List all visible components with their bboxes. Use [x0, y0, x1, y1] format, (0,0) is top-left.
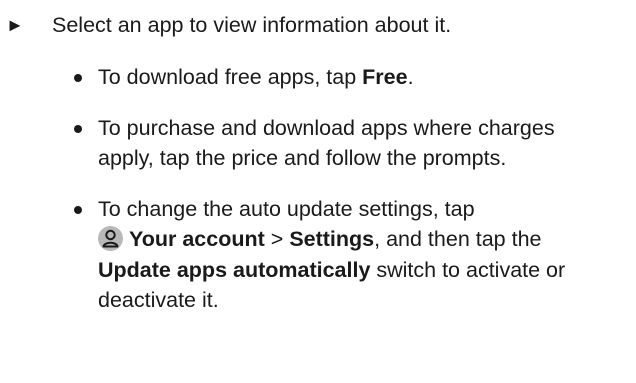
- bullet-item-auto-update: To change the auto update settings, tap …: [0, 194, 636, 316]
- bullet-text-suffix: .: [407, 65, 414, 89]
- account-icon: [98, 226, 123, 251]
- bullet-dot-icon: [74, 124, 82, 133]
- free-label: Free: [362, 65, 408, 89]
- bullet-text-mid: , and then tap the: [374, 227, 542, 251]
- bullet-text: To purchase and download apps where char…: [98, 115, 555, 171]
- bullet-item-purchase: To purchase and download apps where char…: [0, 113, 636, 174]
- path-separator: >: [264, 227, 290, 251]
- update-apps-automatically-label: Update apps automatically: [98, 257, 371, 282]
- bullet-text: To download free apps, tap: [98, 65, 363, 89]
- step-arrow-icon: ►: [6, 15, 24, 35]
- step-line: ► Select an app to view information abou…: [0, 10, 636, 40]
- settings-label: Settings: [289, 227, 375, 251]
- bullet-item-free: To download free apps, tap Free.: [0, 62, 636, 93]
- instruction-step: ► Select an app to view information abou…: [0, 10, 636, 40]
- bullet-list: To download free apps, tap Free. To purc…: [0, 62, 636, 336]
- bullet-text: To change the auto update settings, tap: [98, 196, 475, 221]
- bullet-dot-icon: [74, 205, 82, 214]
- bullet-dot-icon: [74, 74, 82, 82]
- your-account-label: Your account: [129, 227, 265, 251]
- step-text: Select an app to view information about …: [52, 13, 452, 37]
